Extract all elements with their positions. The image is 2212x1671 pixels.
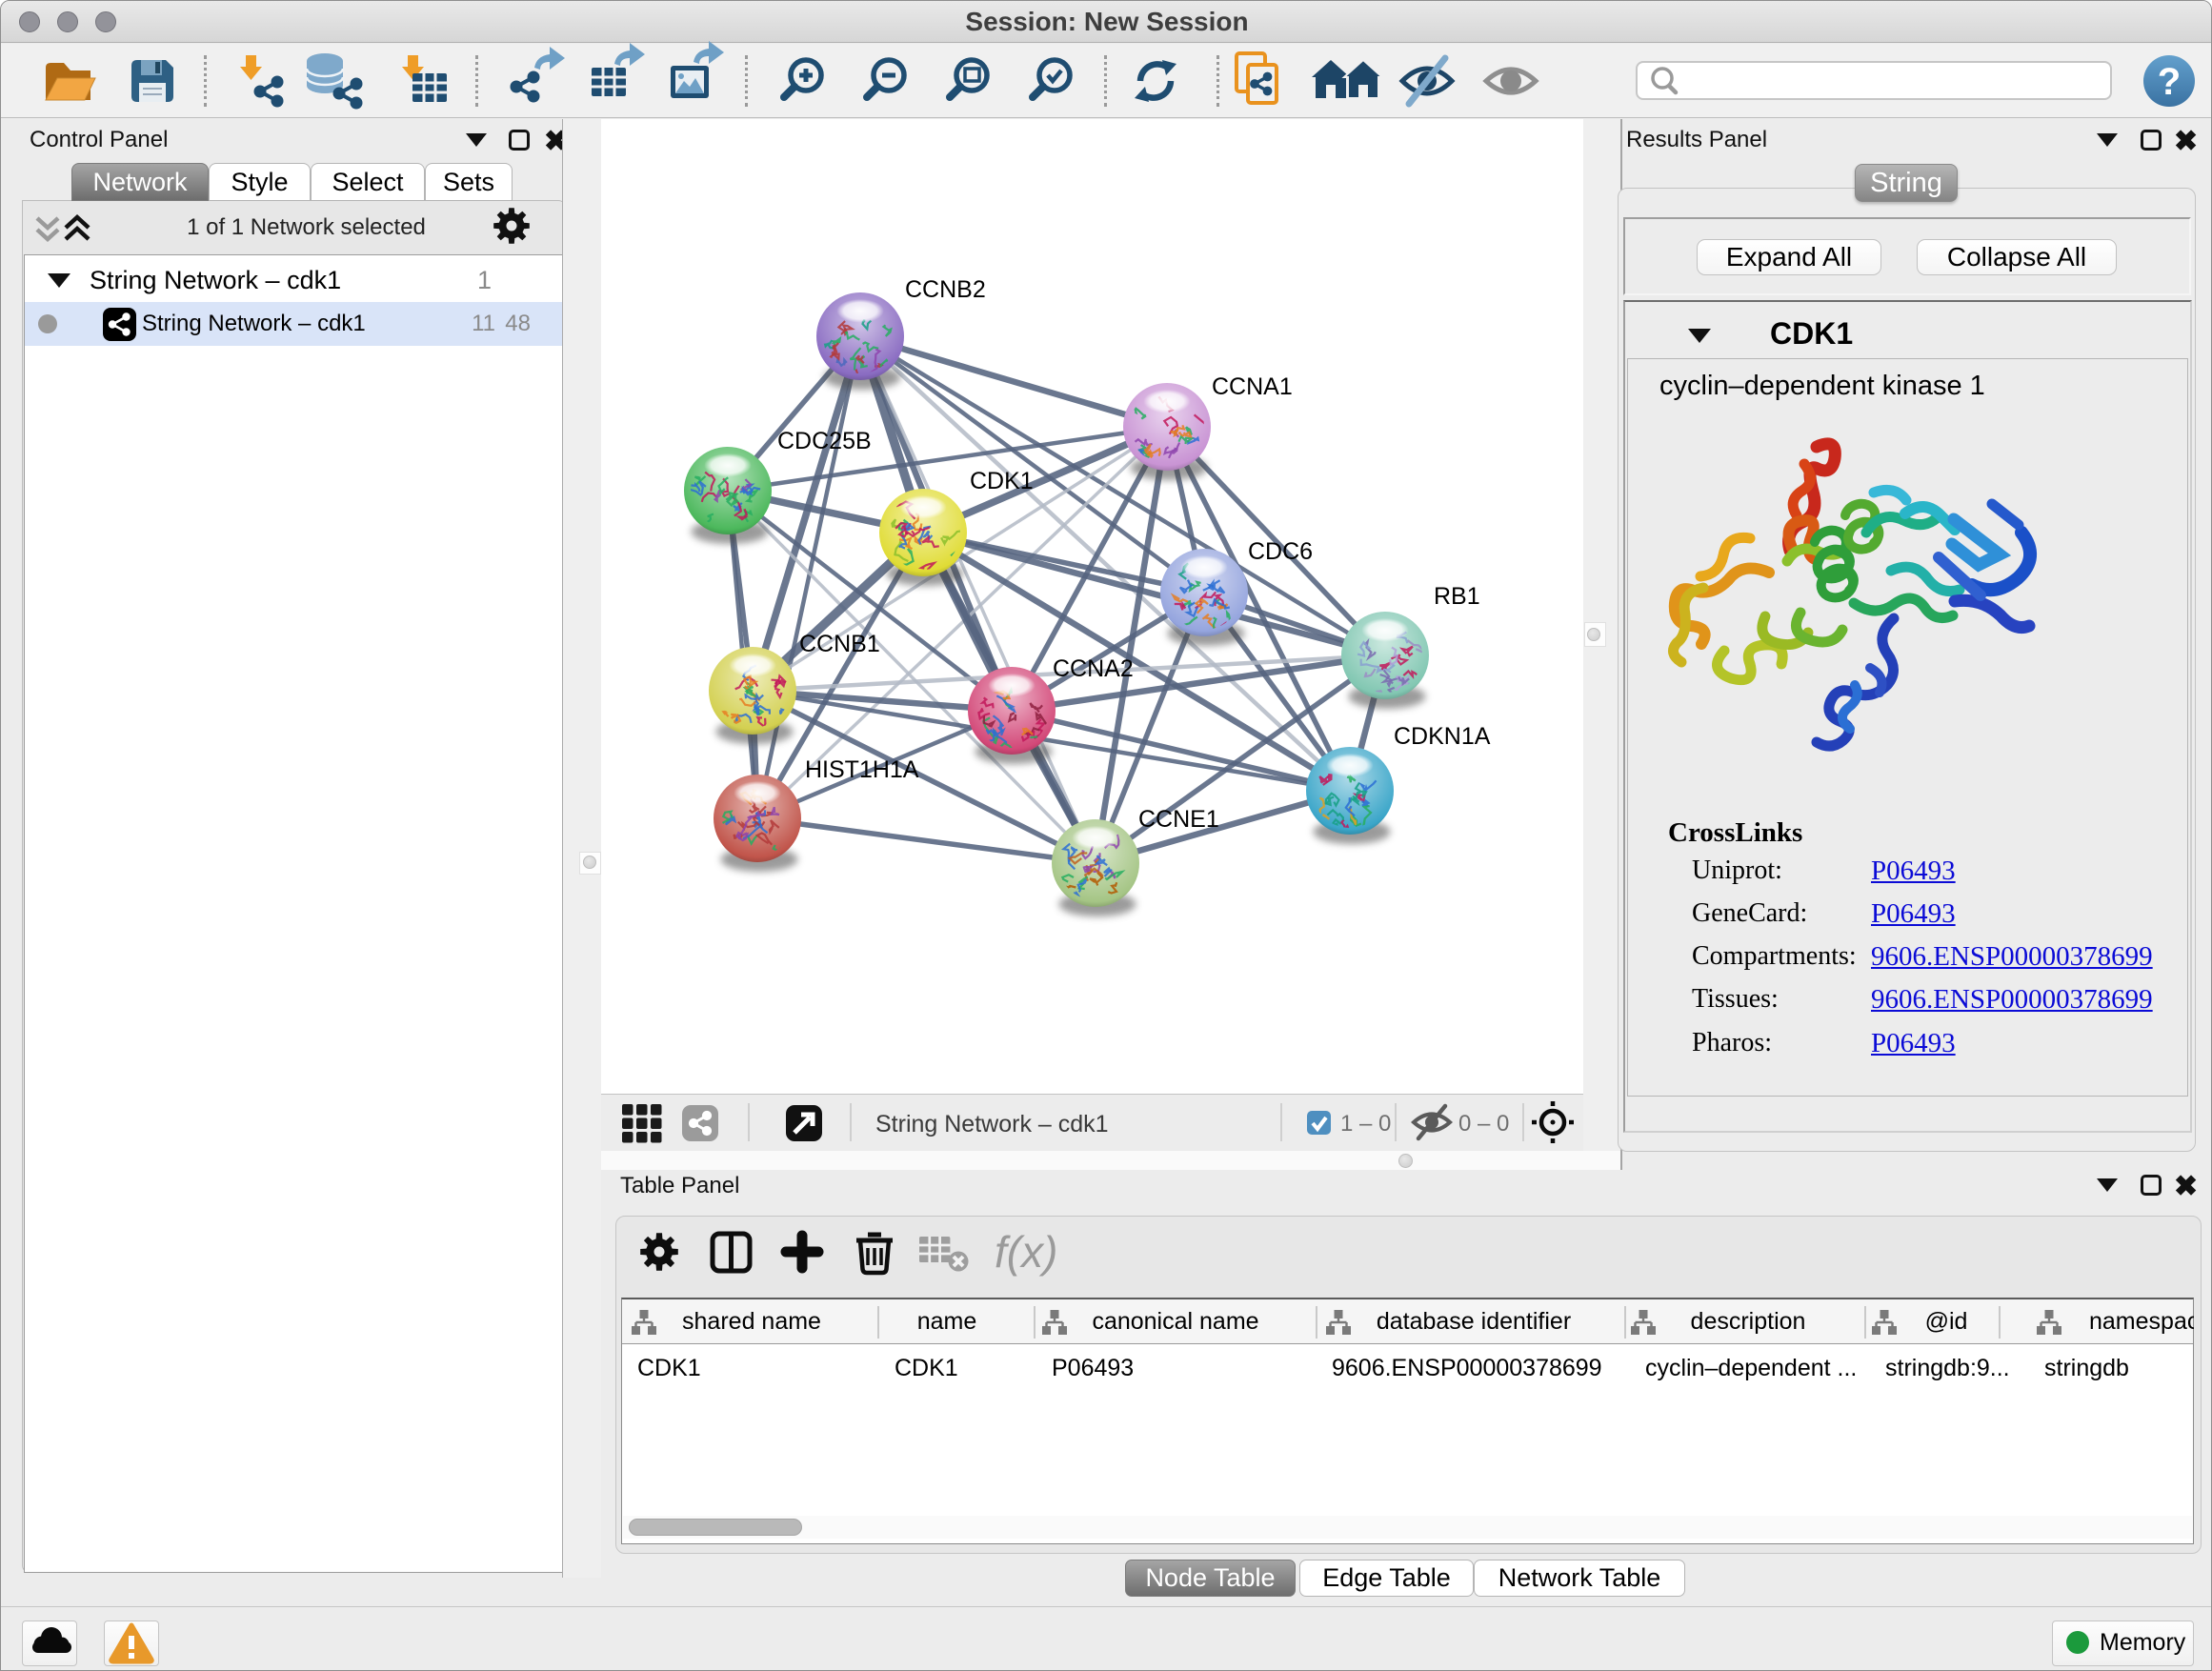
svg-text:RB1: RB1 bbox=[1434, 583, 1480, 610]
svg-text:HIST1H1A: HIST1H1A bbox=[805, 756, 919, 783]
svg-text:CDKN1A: CDKN1A bbox=[1394, 723, 1491, 750]
svg-text:CCNB2: CCNB2 bbox=[905, 276, 986, 303]
svg-text:CDC25B: CDC25B bbox=[777, 428, 872, 454]
svg-text:CCNE1: CCNE1 bbox=[1138, 806, 1219, 833]
svg-text:CCNA2: CCNA2 bbox=[1053, 655, 1134, 682]
svg-text:CCNA1: CCNA1 bbox=[1212, 373, 1293, 400]
svg-text:CDC6: CDC6 bbox=[1248, 538, 1313, 565]
svg-text:CDK1: CDK1 bbox=[970, 468, 1034, 494]
svg-text:CCNB1: CCNB1 bbox=[799, 631, 880, 657]
